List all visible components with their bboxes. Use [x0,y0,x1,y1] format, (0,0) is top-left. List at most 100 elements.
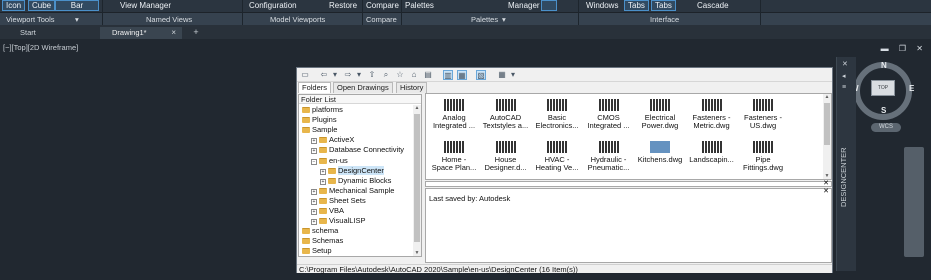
tree-item[interactable]: Setup [302,246,332,256]
close-icon[interactable]: ✕ [842,60,848,68]
tree-item[interactable]: + Database Connectivity [311,145,404,155]
close-icon[interactable]: ✕ [823,187,829,195]
views-icon[interactable]: ▦ [497,70,507,80]
up-folder-icon[interactable]: ⇧ [367,70,377,80]
chevron-down-icon[interactable]: ▾ [75,14,79,25]
favorites-icon[interactable]: ☆ [395,70,405,80]
viewport-controls-label[interactable]: [−][Top][2D Wireframe] [3,43,78,52]
folder-tree[interactable]: Folder List platforms Plugins Sample + Activ… [298,94,422,257]
scroll-up-icon[interactable]: ▲ [823,94,831,100]
expand-icon[interactable]: + [320,178,326,185]
scroll-down-icon[interactable]: ▼ [413,250,421,256]
tree-item[interactable]: + VBA [311,206,344,216]
panel-title-viewport-tools[interactable]: Viewport Tools [6,14,55,25]
viewcube-icon-button[interactable]: Icon [2,0,26,11]
preview-icon[interactable]: ▦ [457,70,467,80]
auto-hide-icon[interactable]: ◂ [842,72,846,80]
drawing-item[interactable]: AutoCAD Textstyles a... [480,96,532,136]
expand-icon[interactable]: + [320,168,326,175]
grid-view-icon[interactable] [541,0,557,11]
add-tab-button[interactable]: + [190,26,202,38]
tab-open-drawings[interactable]: Open Drawings [333,82,393,93]
drawing-item[interactable]: HVAC - Heating Ve... [531,138,583,178]
viewport-window-controls[interactable]: ▬ ❐ ✕ [881,44,927,53]
tree-item[interactable]: − en-us [311,156,348,166]
tree-item[interactable]: Sample [302,125,337,135]
chevron-down-icon[interactable]: ▾ [508,70,518,80]
chevron-down-icon[interactable]: ▾ [502,14,506,25]
compass-north[interactable]: N [881,61,887,70]
drawing-item[interactable]: Pipe Fittings.dwg [737,138,789,178]
forward-arrow-icon[interactable]: ⇨ [343,70,353,80]
expand-icon[interactable]: + [311,198,317,205]
tree-item[interactable]: platforms [302,105,343,115]
windows-button[interactable]: Windows [586,0,618,11]
tree-item[interactable]: + Dynamic Blocks [320,176,391,186]
tab-folders[interactable]: Folders [298,82,332,93]
tree-item[interactable]: + VisualLISP [311,216,366,226]
expand-icon[interactable]: + [311,148,317,155]
back-arrow-icon[interactable]: ⇦ [319,70,329,80]
tree-item[interactable]: + ActiveX [311,135,354,145]
navigation-bar[interactable] [904,147,924,257]
tree-view-toggle-icon[interactable]: ▤ [423,70,433,80]
tree-item[interactable]: Plugins [302,115,337,125]
drawing-item[interactable]: Home - Space Plan... [428,138,480,178]
tree-view-icon[interactable]: ▥ [443,70,453,80]
manager-button[interactable]: Manager [508,0,540,11]
cascade-button[interactable]: Cascade [697,0,729,11]
expand-icon[interactable]: + [311,209,317,215]
scroll-thumb[interactable] [414,114,420,242]
content-scrollbar[interactable]: ▲ ▼ [823,94,831,179]
view-manager-button[interactable]: View Manager [120,0,171,11]
search-icon[interactable]: ⌕ [381,70,391,80]
drawing-item[interactable]: Fasteners - US.dwg [737,96,789,136]
properties-icon[interactable]: ≡ [842,84,846,91]
drawing-item[interactable]: Fasteners - Metric.dwg [686,96,738,136]
close-icon[interactable]: × [171,27,176,39]
drawing-item[interactable]: CMOS Integrated ... [583,96,635,136]
wcs-menu[interactable]: WCS [871,123,901,132]
home-icon[interactable]: ⌂ [409,70,419,80]
tab-drawing1[interactable]: Drawing1* × [100,27,182,39]
drawing-item[interactable]: House Designer.d... [480,138,532,178]
tree-item[interactable]: Schemas [302,236,343,246]
tab-history[interactable]: History [396,82,428,93]
tab-start[interactable]: Start [0,27,95,39]
viewcube-cube-button[interactable]: Cube [28,0,56,11]
drawing-item[interactable]: Electrical Power.dwg [634,96,686,136]
close-icon[interactable]: ✕ [823,179,829,187]
expand-icon[interactable]: + [311,188,317,195]
navigation-bar-button[interactable]: Bar [55,0,99,11]
compass-east[interactable]: E [909,84,914,93]
file-tabs-button[interactable]: Tabs [624,0,649,11]
scroll-thumb[interactable] [824,103,830,145]
chevron-down-icon[interactable]: ▾ [354,70,364,80]
designcenter-title-bar[interactable]: ✕ ◂ ≡ DESIGNCENTER [836,57,856,271]
load-icon[interactable]: ▭ [300,70,310,80]
drawing-item[interactable]: Landscapin... [686,138,738,178]
viewcube[interactable]: TOP N S E W [851,59,917,120]
expand-icon[interactable]: + [311,138,317,145]
scroll-up-icon[interactable]: ▲ [413,105,421,111]
drawing-item[interactable]: Kitchens.dwg [634,138,686,178]
restore-button[interactable]: Restore [329,0,357,11]
viewport-configuration-button[interactable]: Configuration [249,0,297,11]
folder-tree-scrollbar[interactable]: ▲ ▼ [413,105,421,256]
viewcube-top-face[interactable]: TOP [871,80,895,96]
tree-item[interactable]: + Sheet Sets [311,196,366,206]
tree-item[interactable]: + Mechanical Sample [311,186,394,196]
drawing-item[interactable]: Analog Integrated ... [428,96,480,136]
compare-button[interactable]: Compare [366,0,399,11]
tree-item[interactable]: + DesignCenter [320,165,384,176]
drawing-item[interactable]: Basic Electronics... [531,96,583,136]
layout-tabs-button[interactable]: Tabs [651,0,676,11]
expand-icon[interactable]: + [311,219,317,226]
panel-title-palettes[interactable]: Palettes [471,14,498,25]
tree-item[interactable]: schema [302,226,338,236]
chevron-down-icon[interactable]: ▾ [330,70,340,80]
content-area[interactable]: Analog Integrated ... AutoCAD Textstyles a.… [425,93,832,180]
collapse-icon[interactable]: − [311,158,317,165]
drawing-item[interactable]: Hydraulic - Pneumatic... [583,138,635,178]
compass-south[interactable]: S [881,106,886,115]
